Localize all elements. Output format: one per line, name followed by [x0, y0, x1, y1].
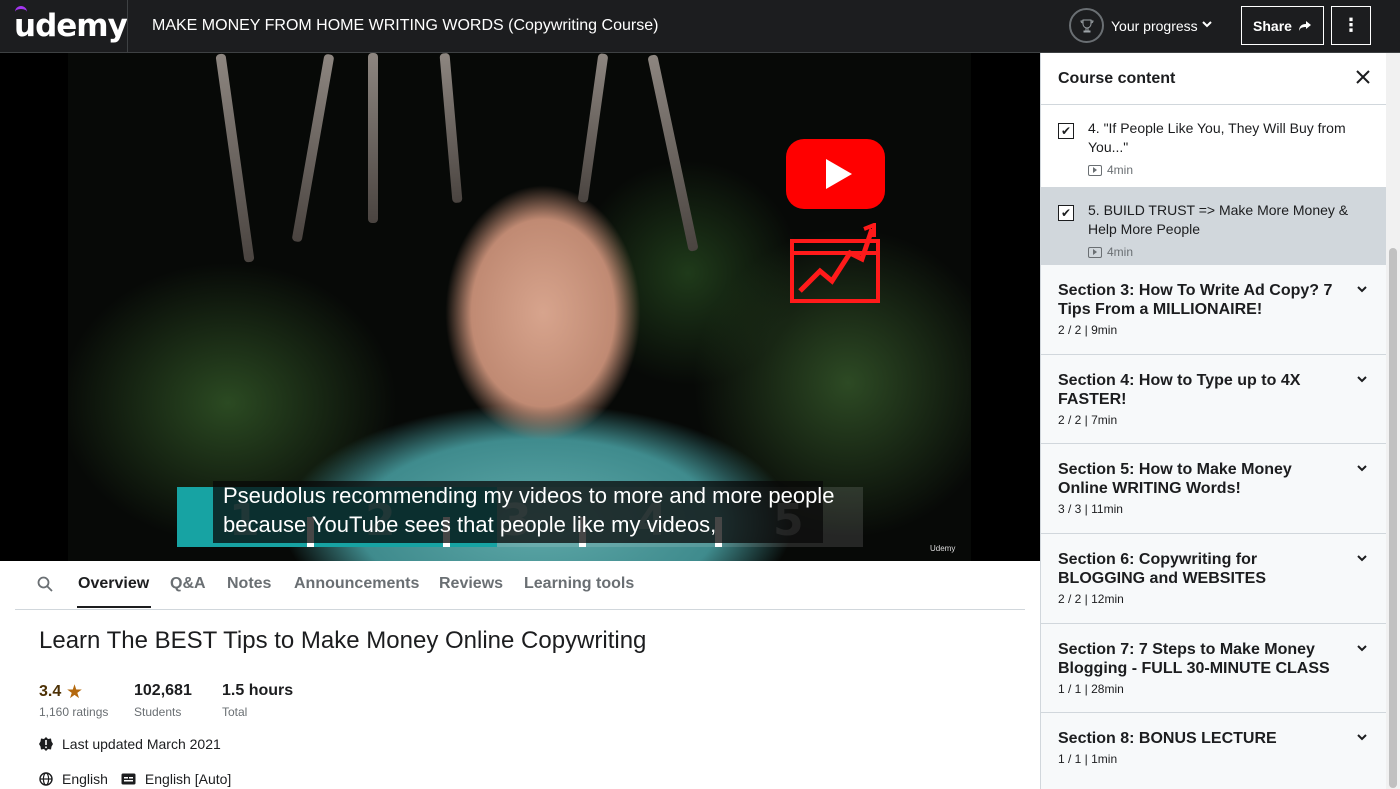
section-meta: 1 / 1 | 1min [1058, 752, 1118, 767]
tab-overview[interactable]: Overview [78, 575, 149, 593]
lecture-item-active[interactable]: ✔ 5. BUILD TRUST => Make More Money & He… [1041, 187, 1386, 265]
growth-chart-icon [790, 223, 880, 303]
chevron-down-icon[interactable] [1356, 552, 1368, 567]
video-player[interactable]: 1 2 3 4 5 Pseudolus recommending my vide… [0, 53, 1040, 561]
section-meta: 2 / 2 | 7min [1058, 412, 1118, 427]
lecture-duration: 4min [1107, 245, 1134, 259]
section-title: Section 8: BONUS LECTURE [1058, 730, 1277, 748]
subtitle-line-2: because YouTube sees that people like my… [223, 512, 717, 537]
video-frame[interactable]: 1 2 3 4 5 Pseudolus recommending my vide… [68, 53, 971, 561]
lecture-duration: 4min [1107, 163, 1134, 177]
section-header[interactable]: Section 7: 7 Steps to Make Money Bloggin… [1041, 623, 1386, 714]
sidebar-title: Course content [1058, 69, 1176, 87]
tab-notes[interactable]: Notes [227, 575, 271, 593]
sidebar-header: Course content [1041, 53, 1386, 105]
chevron-down-icon[interactable] [1356, 462, 1368, 477]
overview-title: Learn The BEST Tips to Make Money Online… [39, 627, 647, 654]
section-title: Section 5: How to Make Money Online WRIT… [1058, 461, 1292, 498]
top-bar: udemy MAKE MONEY FROM HOME WRITING WORDS… [0, 0, 1400, 53]
udemy-logo[interactable]: udemy [14, 8, 128, 44]
course-content-sidebar: Course content ✔ 4. "If People Like You,… [1040, 53, 1386, 789]
chevron-down-icon[interactable] [1356, 373, 1368, 388]
lecture-tabs: Overview Q&A Notes Announcements Reviews… [15, 561, 1025, 610]
lecture-checkbox[interactable]: ✔ [1058, 205, 1074, 221]
section-header[interactable]: Section 6: Copywriting for BLOGGING and … [1041, 534, 1386, 624]
lecture-meta: 4min [1088, 163, 1366, 177]
lecture-title: 4. "If People Like You, They Will Buy fr… [1088, 120, 1346, 155]
chevron-down-icon[interactable] [1201, 17, 1213, 33]
section-meta: 3 / 3 | 11min [1058, 502, 1123, 517]
rating-value: 3.4 [39, 683, 62, 700]
udemy-watermark: Udemy [930, 544, 956, 553]
section-header[interactable]: Section 3: How To Write Ad Copy? 7 Tips … [1041, 265, 1386, 355]
header-divider [127, 0, 128, 53]
language-row: English English [Auto] [39, 771, 231, 787]
progress-label[interactable]: Your progress [1111, 18, 1198, 34]
star-icon: ★ [66, 682, 84, 703]
section-meta: 2 / 2 | 9min [1058, 323, 1118, 337]
chevron-down-icon[interactable] [1356, 642, 1368, 657]
section-meta: 1 / 1 | 28min [1058, 681, 1124, 696]
students-label: Students [134, 705, 182, 719]
lecture-item[interactable]: ✔ 4. "If People Like You, They Will Buy … [1041, 105, 1386, 187]
tab-learning-tools[interactable]: Learning tools [524, 575, 634, 593]
last-updated-text: Last updated March 2021 [62, 736, 221, 752]
students-count: 102,681 [134, 682, 192, 699]
lecture-title: 5. BUILD TRUST => Make More Money & Help… [1088, 202, 1349, 237]
lecture-checkbox[interactable]: ✔ [1058, 123, 1074, 139]
last-updated-row: Last updated March 2021 [39, 736, 221, 752]
language-text: English [62, 771, 108, 787]
total-hours: 1.5 hours [222, 682, 294, 699]
captions-text: English [Auto] [144, 771, 232, 787]
video-play-icon [1088, 246, 1102, 258]
chevron-down-icon[interactable] [1356, 283, 1368, 298]
scrollbar-thumb[interactable] [1389, 248, 1397, 788]
chevron-down-icon[interactable] [1356, 731, 1368, 746]
youtube-logo-icon [786, 139, 885, 209]
section-meta: 2 / 2 | 12min [1058, 592, 1124, 607]
ratings-count: 1,160 ratings [39, 705, 109, 719]
video-play-icon [1088, 164, 1102, 176]
section-header[interactable]: Section 5: How to Make Money Online WRIT… [1041, 444, 1386, 535]
section-header[interactable]: Section 4: How to Type up to 4X FASTER! … [1041, 354, 1386, 445]
tab-qa[interactable]: Q&A [170, 575, 206, 593]
lecture-meta: 4min [1088, 245, 1366, 259]
share-button[interactable]: Share [1241, 6, 1324, 45]
tab-reviews[interactable]: Reviews [439, 575, 503, 593]
share-arrow-icon [1298, 20, 1311, 31]
section-title: Section 4: How to Type up to 4X FASTER! [1058, 371, 1301, 408]
section-title: Section 6: Copywriting for BLOGGING and … [1058, 551, 1267, 588]
progress-trophy-icon[interactable] [1069, 8, 1104, 43]
course-title[interactable]: MAKE MONEY FROM HOME WRITING WORDS (Copy… [152, 17, 658, 35]
tab-announcements[interactable]: Announcements [294, 575, 419, 593]
share-label: Share [1253, 17, 1292, 34]
section-title: Section 7: 7 Steps to Make Money Bloggin… [1058, 640, 1330, 677]
globe-icon [39, 772, 53, 786]
kebab-menu-icon: ⋮ [1342, 15, 1360, 35]
subtitle-line-1: Pseudolus recommending my videos to more… [223, 483, 835, 508]
section-title: Section 3: How To Write Ad Copy? 7 Tips … [1058, 282, 1333, 318]
search-icon[interactable] [37, 576, 53, 592]
active-tab-indicator [77, 606, 151, 608]
close-icon[interactable] [1356, 67, 1370, 90]
more-options-button[interactable]: ⋮ [1331, 6, 1371, 45]
section-header[interactable]: Section 8: BONUS LECTURE 1 / 1 | 1min [1041, 713, 1386, 789]
sidebar-scrollbar[interactable] [1386, 53, 1400, 789]
total-label: Total [222, 705, 248, 719]
alert-badge-icon [39, 737, 53, 751]
captions-icon [121, 773, 136, 785]
